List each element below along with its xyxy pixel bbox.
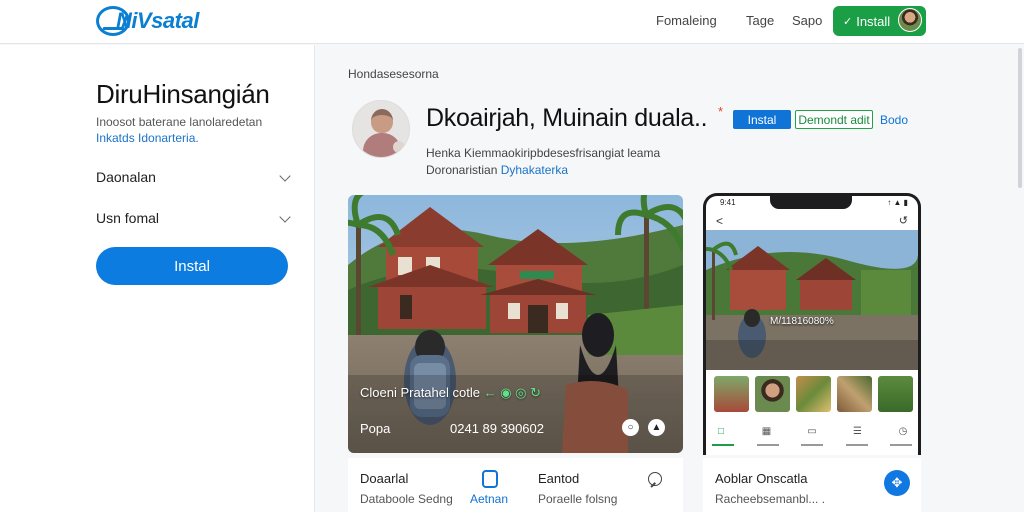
chevron-down-icon [279,211,291,223]
photo-caption: Cloeni Pratahel cotle ← ◉ ◎ ↻ [360,385,541,401]
nav-link-1[interactable]: Tage [746,13,774,28]
header-install-label: Install [856,13,891,29]
phone-village-image[interactable] [706,230,918,370]
footer-subtitle-2: Poraelle folsng [538,492,618,506]
search-icon[interactable] [648,472,662,486]
bookmark-icon[interactable]: ▲ [648,419,665,436]
photo-number: 0241 89 390602 [450,421,544,436]
sidebar-description: Inoosot baterane lanolaredetan [96,115,263,129]
phone-time: 9:41 [720,198,736,207]
footer-title-0: Doaarlal [360,471,409,486]
primary-install-button[interactable]: Instal [733,110,791,129]
home-icon[interactable]: □ [712,422,730,440]
village-scene-illustration [348,195,683,453]
phone-card-subtitle: Racheebsemanbl... . [715,492,826,506]
phone-status-icons: ↑ ▲ ▮ [887,198,908,207]
chevron-down-icon [279,170,291,182]
breadcrumb[interactable]: Hondasesesorna [348,67,439,81]
thumbnail[interactable] [837,376,872,412]
profile-meta-line: Henka Kiemmaokiripbdesesfrisangiat leama [426,146,661,160]
avatar-figure-hand [393,141,405,153]
app-icon[interactable] [482,470,498,488]
profile-avatar [352,100,410,158]
village-photo[interactable]: Cloeni Pratahel cotle ← ◉ ◎ ↻ Popa 0241 … [348,195,683,453]
meta-text: Doronaristian [426,163,498,177]
logo[interactable]: NiVsatal [96,4,199,38]
accordion-item-1[interactable]: Usn fomal [96,210,291,234]
thumbnail[interactable] [878,376,913,412]
photo-label: Popa [360,421,391,436]
chat-icon[interactable]: ▭ [803,422,821,440]
nav-link-0[interactable]: Fomaleing [656,13,717,28]
photo-card-footer: Doaarlal Databoole Sedng Aetnan Eantod P… [348,458,683,512]
profile-name: Dkoairjah, Muinain duala.. [426,104,708,132]
phone-card-footer: Aoblar Onscatla Racheebsemanbl... . ✥ [703,458,921,512]
phone-mockup: 9:41 ↑ ▲ ▮ < ↺ M/11816080% □ ▦ ▭ ☰ ◷ [703,193,921,455]
nav-link-2[interactable]: Sapo [792,13,822,28]
clock-icon[interactable]: ◷ [894,422,912,440]
footer-link[interactable]: Aetnan [470,492,508,506]
list-icon[interactable]: ☰ [849,422,867,440]
phone-image-label: M/11816080% [770,316,834,327]
sidebar-description-link[interactable]: Inkatds Idonarteria. [96,131,199,145]
thumbnail[interactable] [755,376,790,412]
profile-meta-line-2: Doronaristian Dyhakaterka [426,163,568,177]
thumbnail[interactable] [714,376,749,412]
top-navbar: NiVsatal Fomaleing Tage Sapo ✓ Install [0,0,1024,44]
sidebar-install-button[interactable]: Instal [96,247,288,285]
link-button[interactable]: Bodo [880,113,908,127]
footer-title-2: Eantod [538,471,580,486]
sidebar-title: DiruHinsangián [96,79,270,109]
share-icon[interactable]: ○ [622,419,639,436]
back-icon[interactable]: < [716,214,723,228]
accordion-item-0[interactable]: Daonalan [96,169,291,193]
page-scrollbar[interactable] [1018,48,1022,188]
phone-notch [770,196,852,209]
grid-icon[interactable]: ▦ [758,422,776,440]
accordion-label: Daonalan [96,169,156,185]
left-sidebar: DiruHinsangián Inoosot baterane lanolare… [0,45,315,512]
thumbnail[interactable] [796,376,831,412]
photo-caption-icons: ← ◉ ◎ ↻ [483,385,542,400]
logo-icon [96,6,130,36]
user-avatar[interactable] [898,8,922,32]
thumbnail-strip [714,376,914,416]
photo-caption-text: Cloeni Pratahel cotle [360,385,480,400]
download-icon: ✓ [843,15,853,28]
move-icon[interactable]: ✥ [884,470,910,496]
meta-link[interactable]: Dyhakaterka [501,163,568,177]
star-icon: * [718,104,724,119]
phone-card-title: Aoblar Onscatla [715,471,808,486]
avatar-figure-head [371,109,393,133]
footer-subtitle-0: Databoole Sedng [360,492,453,506]
phone-tab-bar: □ ▦ ▭ ☰ ◷ [712,422,912,444]
secondary-button[interactable]: Demondt adit [795,110,873,129]
phone-tab-indicators [712,444,912,448]
accordion-label: Usn fomal [96,210,160,226]
refresh-icon[interactable]: ↺ [899,214,908,227]
